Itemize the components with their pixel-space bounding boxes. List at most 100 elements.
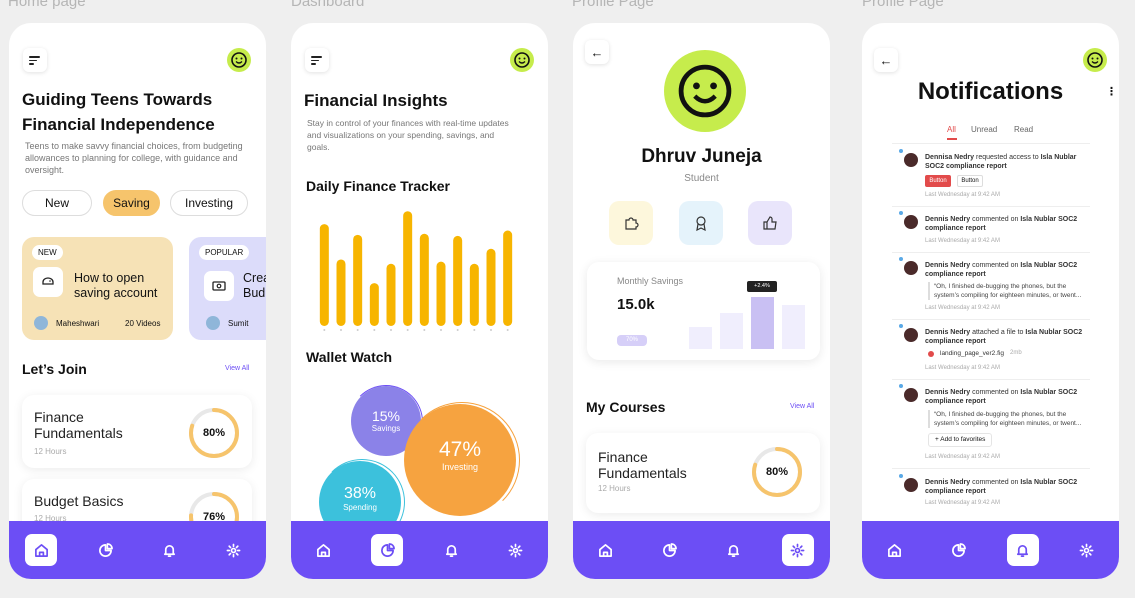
file-name[interactable]: landing_page_ver2.fig <box>940 350 1004 357</box>
bell-icon[interactable] <box>718 534 750 566</box>
bottom-nav <box>573 521 830 579</box>
promo-title: CreaBud <box>243 271 266 300</box>
chip-new[interactable]: New <box>22 190 92 216</box>
file-size: 2mb <box>1010 350 1022 356</box>
course-title: Finance Fundamentals <box>598 449 687 481</box>
home-icon[interactable] <box>25 534 58 566</box>
view-all-link[interactable]: View All <box>790 403 814 410</box>
secondary-button[interactable]: Button <box>957 175 983 187</box>
unread-dot <box>899 474 903 478</box>
chart-bar <box>386 263 396 326</box>
promo-card-budget[interactable]: POPULAR CreaBud Sumit <box>189 237 266 340</box>
unread-dot <box>899 257 903 261</box>
timestamp: Last Wednesday at 9:42 AM <box>925 500 1000 506</box>
tab-read[interactable]: Read <box>1014 125 1033 134</box>
badge-new: NEW <box>32 245 63 260</box>
page-title: Notifications <box>917 78 1064 105</box>
investing-label: Investing <box>441 462 479 472</box>
notification-text: Dennis Nedry commented on Isla Nublar SO… <box>925 479 1078 495</box>
daily-finance-bar-chart <box>319 211 513 331</box>
frame-label-notifications: Profile Page <box>862 0 944 10</box>
timestamp: Last Wednesday at 9:42 AM <box>925 365 1000 371</box>
back-arrow-icon[interactable]: ← <box>874 48 898 72</box>
gear-icon[interactable] <box>1071 534 1103 566</box>
page-subtitle: Stay in control of your finances with re… <box>307 118 509 152</box>
tab-all-underline <box>947 138 957 140</box>
comment-quote: “Oh, I finished de-bugging the phones, b… <box>928 410 1088 428</box>
author-name: Maheshwari <box>56 319 100 328</box>
chip-saving[interactable]: Saving <box>103 190 160 216</box>
view-all-link[interactable]: View All <box>225 365 249 372</box>
avatar <box>904 261 918 275</box>
savings-tooltip: +2.4% <box>747 281 777 292</box>
course-title: Budget Basics <box>34 493 124 509</box>
file-icon <box>928 351 934 357</box>
chart-pie-icon[interactable] <box>371 534 404 566</box>
avatar-smiley-icon[interactable] <box>227 48 251 72</box>
more-vertical-icon[interactable]: ⋮ <box>1106 85 1117 98</box>
home-icon[interactable] <box>878 534 910 566</box>
chart-bar <box>436 261 446 326</box>
award-icon[interactable] <box>679 201 723 245</box>
avatar-smiley-icon[interactable] <box>510 48 534 72</box>
comment-quote: “Oh, I finished de-bugging the phones, b… <box>928 282 1088 300</box>
bell-icon[interactable] <box>154 534 186 566</box>
profile-avatar-smiley-icon <box>664 50 746 132</box>
page-subtitle: Teens to make savvy financial choices, f… <box>25 141 243 175</box>
menu-icon[interactable] <box>23 48 47 72</box>
thumbs-up-icon[interactable] <box>748 201 792 245</box>
monthly-savings-card: Monthly Savings 15.0k 70% +2.4% <box>587 262 820 360</box>
course-card[interactable]: Finance Fundamentals 12 Hours 80% <box>22 395 252 468</box>
spending-percent: 38% <box>343 485 377 502</box>
savings-bar <box>689 327 712 349</box>
notifications-screen: ← Notifications ⋮ All Unread Read Dennis… <box>862 23 1119 579</box>
bell-icon[interactable] <box>1006 534 1039 566</box>
chart-tick-dot <box>423 329 426 331</box>
chart-bar <box>503 230 513 326</box>
add-to-favorites-button[interactable]: + Add to favorites <box>928 433 993 447</box>
divider <box>892 206 1090 207</box>
savings-bar <box>782 305 805 349</box>
course-card[interactable]: Finance Fundamentals 12 Hours 80% <box>586 433 820 513</box>
puzzle-icon[interactable] <box>609 201 653 245</box>
spending-label: Spending <box>343 503 377 512</box>
frame-label-home: Home page <box>8 0 86 10</box>
piggy-bank-icon <box>33 267 63 297</box>
section-title-tracker: Daily Finance Tracker <box>306 178 450 194</box>
chart-pie-icon[interactable] <box>942 534 974 566</box>
accept-button[interactable]: Button <box>925 175 951 187</box>
profile-screen: ← Dhruv Juneja Student Monthly Savings 1… <box>573 23 830 579</box>
course-hours: 12 Hours <box>34 447 67 456</box>
promo-card-saving[interactable]: NEW How to open saving account Maheshwari… <box>22 237 173 340</box>
chart-bar <box>353 234 363 326</box>
avatar-smiley-icon[interactable] <box>1083 48 1107 72</box>
divider <box>892 252 1090 253</box>
chip-investing[interactable]: Investing <box>170 190 248 216</box>
bell-icon[interactable] <box>436 534 468 566</box>
section-title-courses: My Courses <box>586 399 666 415</box>
gear-icon[interactable] <box>500 534 532 566</box>
home-icon[interactable] <box>589 534 621 566</box>
chart-bar <box>453 235 463 326</box>
savings-percent: 15% <box>371 408 401 424</box>
tab-all[interactable]: All <box>947 125 956 134</box>
notification-text: Dennis Nedry commented on Isla Nublar SO… <box>925 389 1078 405</box>
menu-icon[interactable] <box>305 48 329 72</box>
section-title-wallet: Wallet Watch <box>306 349 393 365</box>
back-arrow-icon[interactable]: ← <box>585 40 609 64</box>
tab-unread[interactable]: Unread <box>971 125 997 134</box>
unread-dot <box>899 384 903 388</box>
course-hours: 12 Hours <box>598 484 631 493</box>
frame-label-dashboard: Dashboard <box>291 0 365 10</box>
gear-icon[interactable] <box>218 534 250 566</box>
chart-tick-dot <box>490 329 492 331</box>
profile-name: Dhruv Juneja <box>641 146 762 167</box>
unread-dot <box>899 149 903 153</box>
chart-tick-dot <box>373 329 376 331</box>
bottom-nav <box>291 521 548 579</box>
home-icon[interactable] <box>307 534 339 566</box>
gear-icon[interactable] <box>781 534 814 566</box>
chart-pie-icon[interactable] <box>653 534 685 566</box>
chart-pie-icon[interactable] <box>89 534 121 566</box>
money-icon <box>204 271 234 301</box>
